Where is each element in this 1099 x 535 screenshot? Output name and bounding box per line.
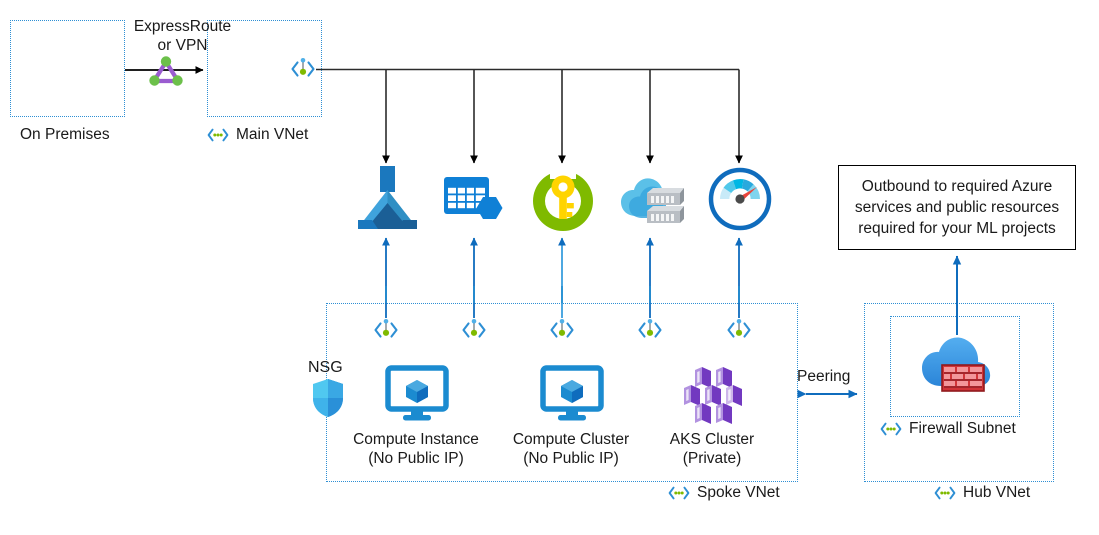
compute-cluster-label-line2: (No Public IP) [523,450,619,467]
private-endpoint-icon [459,315,489,345]
main-vnet-label-text: Main VNet [236,126,309,143]
vnet-icon [668,486,690,500]
storage-account-icon [443,175,505,235]
private-endpoint-icon [547,315,577,345]
main-vnet-private-endpoint-icon [288,54,318,84]
on-premises-box [10,20,125,117]
firewall-subnet-label-text: Firewall Subnet [909,420,1016,437]
azure-machine-learning-icon [354,166,418,238]
spoke-vnet-label-text: Spoke VNet [697,484,780,501]
vnet-icon [934,486,956,500]
expressroute-label-line1: ExpressRoute [133,18,232,35]
on-premises-label: On Premises [20,126,110,143]
private-endpoint-icon [724,315,754,345]
peering-label: Peering [797,368,851,385]
compute-instance-label-line1: Compute Instance [353,431,479,448]
hub-vnet-label: Hub VNet [934,484,1030,502]
aks-cluster-label-line2: (Private) [682,450,742,467]
subnet-icon [880,422,902,436]
vnet-icon [207,128,229,142]
compute-cluster-label: Compute Cluster (No Public IP) [491,430,651,468]
outbound-note: Outbound to required Azure services and … [838,165,1076,250]
main-vnet-label: Main VNet [207,126,308,144]
compute-monitor-icon [540,365,604,422]
aks-cluster-icon [676,367,750,424]
application-insights-icon [708,167,772,231]
private-endpoint-icon [635,315,665,345]
compute-instance-label-line2: (No Public IP) [368,450,464,467]
compute-monitor-icon [385,365,449,422]
expressroute-label: ExpressRoute or VPN [130,17,235,55]
key-vault-icon [532,167,594,235]
outbound-note-text: Outbound to required Azure services and … [854,178,1060,237]
aks-cluster-label-line1: AKS Cluster [669,431,755,448]
expressroute-label-line2: or VPN [157,37,208,54]
nsg-label: NSG [308,359,343,376]
aks-cluster-label: AKS Cluster (Private) [632,430,792,468]
compute-instance-label: Compute Instance (No Public IP) [336,430,496,468]
spoke-vnet-label: Spoke VNet [668,484,780,502]
nsg-shield-icon [312,378,344,418]
container-registry-icon [620,176,684,234]
expressroute-gateway-icon [146,54,186,88]
private-endpoint-icon [371,315,401,345]
azure-firewall-icon [921,334,993,396]
compute-cluster-label-line1: Compute Cluster [512,431,630,448]
firewall-subnet-label: Firewall Subnet [880,420,1016,438]
hub-vnet-label-text: Hub VNet [963,484,1031,501]
